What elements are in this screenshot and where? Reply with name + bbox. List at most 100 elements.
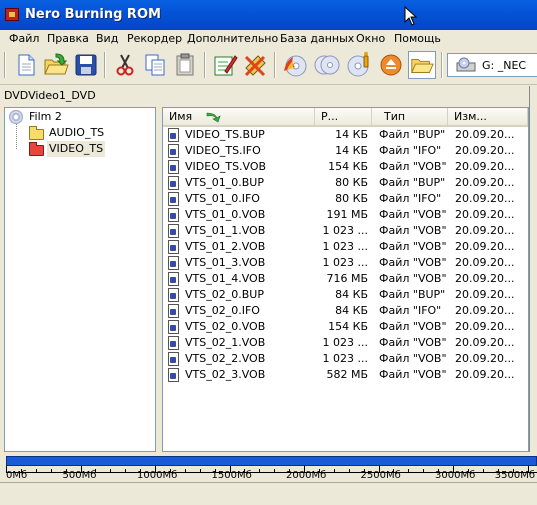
table-row[interactable]: VTS_02_2.VOB 1 023 ... Файл "VOB" 20.09.20.… — [163, 351, 528, 367]
video-file-icon — [168, 224, 179, 238]
menu-window[interactable]: Окно — [356, 32, 385, 45]
file-name: VTS_02_2.VOB — [185, 352, 266, 365]
file-size: 191 МБ — [326, 208, 368, 221]
window-title: Nero Burning ROM — [25, 7, 161, 22]
video-file-icon — [168, 288, 179, 302]
menu-help[interactable]: Помощь — [394, 32, 441, 45]
video-file-icon — [168, 304, 179, 318]
table-row[interactable]: VTS_02_3.VOB 582 МБ Файл "VOB" 20.09.20... — [163, 367, 528, 383]
browser-pane-edge[interactable] — [529, 86, 537, 452]
menu-recorder[interactable]: Рекордер — [127, 32, 182, 45]
file-modified: 20.09.20... — [455, 288, 515, 301]
table-row[interactable]: VIDEO_TS.IFO 14 КБ Файл "IFO" 20.09.20... — [163, 143, 528, 159]
file-name: VTS_02_1.VOB — [185, 336, 266, 349]
tree-item-root[interactable]: Film 2 — [9, 109, 149, 125]
scale-label: 1500Мб — [211, 470, 252, 481]
file-modified: 20.09.20... — [455, 320, 515, 333]
table-row[interactable]: VTS_01_3.VOB 1 023 ... Файл "VOB" 20.09.20.… — [163, 255, 528, 271]
column-type-label: Тип — [384, 110, 406, 123]
table-row[interactable]: VTS_01_0.VOB 191 МБ Файл "VOB" 20.09.20... — [163, 207, 528, 223]
open-icon[interactable] — [42, 51, 70, 79]
paste-icon[interactable] — [171, 51, 199, 79]
tree-item-label: AUDIO_TS — [49, 126, 105, 139]
video-file-icon — [168, 240, 179, 254]
nero-app-icon[interactable] — [5, 8, 19, 21]
compilation-properties-icon[interactable] — [211, 51, 239, 79]
tree-item-label: VIDEO_TS — [47, 141, 106, 157]
menu-view[interactable]: Вид — [96, 32, 118, 45]
scale-minor-tick — [35, 469, 37, 472]
table-row[interactable]: VTS_02_0.VOB 154 КБ Файл "VOB" 20.09.20... — [163, 319, 528, 335]
table-row[interactable]: VIDEO_TS.BUP 14 КБ Файл "BUP" 20.09.20... — [163, 127, 528, 143]
copy-disc-icon[interactable] — [313, 51, 341, 79]
file-modified: 20.09.20... — [455, 128, 515, 141]
tree-root-label: Film 2 — [29, 110, 62, 123]
video-file-icon — [168, 208, 179, 222]
video-file-icon — [168, 256, 179, 270]
file-name: VTS_01_0.VOB — [185, 208, 266, 221]
column-header-modified[interactable]: Изм... — [448, 108, 528, 125]
menu-edit[interactable]: Правка — [47, 32, 89, 45]
column-header-name[interactable]: Имя — [163, 108, 315, 125]
file-size: 1 023 ... — [322, 240, 368, 253]
file-name: VTS_01_1.VOB — [185, 224, 266, 237]
file-size: 14 КБ — [335, 128, 368, 141]
file-list[interactable]: Имя Р... Тип Изм... VIDEO_TS.BUP 14 КБ Фай… — [162, 107, 529, 452]
disc-info-icon[interactable] — [345, 51, 373, 79]
burn-icon[interactable] — [281, 51, 309, 79]
file-type: Файл "IFO" — [379, 192, 442, 205]
table-row[interactable]: VTS_01_2.VOB 1 023 ... Файл "VOB" 20.09.20.… — [163, 239, 528, 255]
tree-item-video-ts[interactable]: VIDEO_TS — [29, 141, 149, 157]
table-row[interactable]: VTS_01_4.VOB 716 МБ Файл "VOB" 20.09.20... — [163, 271, 528, 287]
save-icon[interactable] — [72, 51, 100, 79]
table-row[interactable]: VTS_01_0.IFO 80 КБ Файл "IFO" 20.09.20... — [163, 191, 528, 207]
scale-label: 3000Мб — [435, 470, 476, 481]
recorder-select[interactable]: G: _NEC — [447, 53, 537, 77]
scale-minor-tick — [348, 469, 350, 472]
folder-tree[interactable]: Film 2 AUDIO_TS VIDEO_TS — [4, 107, 156, 452]
file-size: 84 КБ — [335, 304, 368, 317]
video-file-icon — [168, 272, 179, 286]
scale-label: 500Мб — [62, 470, 97, 481]
table-row[interactable]: VTS_02_0.IFO 84 КБ Файл "IFO" 20.09.20... — [163, 303, 528, 319]
tree-connector-lines — [16, 124, 18, 149]
file-modified: 20.09.20... — [455, 144, 515, 157]
column-header-type[interactable]: Тип — [372, 108, 448, 125]
menu-bar: Файл Правка Вид Рекордер Дополнительно Б… — [0, 30, 537, 48]
cd-drive-icon — [456, 57, 476, 72]
column-header-size[interactable]: Р... — [315, 108, 372, 125]
table-row[interactable]: VTS_02_0.BUP 84 КБ Файл "BUP" 20.09.20... — [163, 287, 528, 303]
table-row[interactable]: VTS_02_1.VOB 1 023 ... Файл "VOB" 20.09.20.… — [163, 335, 528, 351]
scale-label: 3500Мб — [494, 470, 535, 481]
new-document-icon[interactable] — [12, 51, 40, 79]
status-divider — [0, 482, 537, 483]
eject-icon[interactable] — [377, 51, 405, 79]
cut-icon[interactable] — [111, 51, 139, 79]
tree-item-audio-ts[interactable]: AUDIO_TS — [29, 125, 149, 141]
file-type: Файл "BUP" — [379, 288, 446, 301]
file-name: VTS_02_3.VOB — [185, 368, 266, 381]
file-size: 1 023 ... — [322, 336, 368, 349]
table-row[interactable]: VIDEO_TS.VOB 154 КБ Файл "VOB" 20.09.20... — [163, 159, 528, 175]
scale-minor-tick — [125, 469, 127, 472]
scale-minor-tick — [244, 469, 246, 472]
disc-icon — [9, 110, 23, 124]
table-row[interactable]: VTS_01_1.VOB 1 023 ... Файл "VOB" 20.09.20.… — [163, 223, 528, 239]
open-folder-icon[interactable] — [408, 51, 436, 79]
menu-extras[interactable]: Дополнительно — [187, 32, 278, 45]
menu-database[interactable]: База данных — [280, 32, 354, 45]
menu-file[interactable]: Файл — [9, 32, 39, 45]
scale-minor-tick — [423, 469, 425, 472]
file-modified: 20.09.20... — [455, 256, 515, 269]
table-row[interactable]: VTS_01_0.BUP 80 КБ Файл "BUP" 20.09.20... — [163, 175, 528, 191]
file-size: 1 023 ... — [322, 256, 368, 269]
file-type: Файл "IFO" — [379, 144, 442, 157]
toolbar-separator — [204, 52, 206, 78]
scale-minor-tick — [333, 469, 335, 472]
copy-icon[interactable] — [141, 51, 169, 79]
scale-label: 2500Мб — [360, 470, 401, 481]
file-modified: 20.09.20... — [455, 192, 515, 205]
file-type: Файл "VOB" — [379, 240, 447, 253]
scale-minor-tick — [184, 469, 186, 472]
erase-icon[interactable] — [241, 51, 269, 79]
